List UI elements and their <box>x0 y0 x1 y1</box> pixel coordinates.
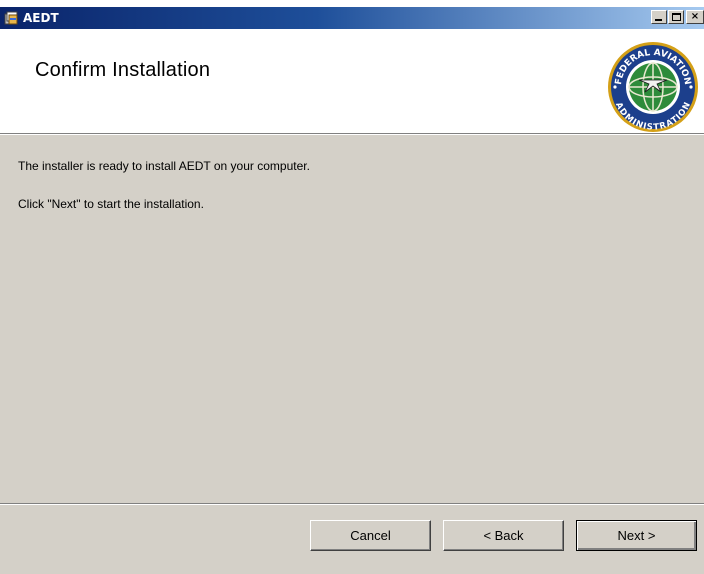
installer-icon <box>4 11 18 25</box>
maximize-icon <box>672 13 681 21</box>
footer-divider <box>0 503 704 505</box>
close-button[interactable]: × <box>686 10 704 24</box>
next-button[interactable]: Next > <box>576 520 697 551</box>
close-icon: × <box>690 11 700 22</box>
ready-message: The installer is ready to install AEDT o… <box>18 159 310 173</box>
header-divider <box>0 133 704 135</box>
minimize-button[interactable] <box>651 10 667 24</box>
page-title: Confirm Installation <box>35 59 211 81</box>
maximize-button[interactable] <box>668 10 684 24</box>
cancel-button[interactable]: Cancel <box>310 520 431 551</box>
back-button[interactable]: < Back <box>443 520 564 551</box>
title-bar[interactable]: AEDT × <box>0 7 704 29</box>
next-instruction: Click "Next" to start the installation. <box>18 197 204 211</box>
header-banner: Confirm Installation FEDERAL AVIATION AD… <box>0 29 704 133</box>
installer-window: AEDT × Confirm Installation FEDERAL AVIA… <box>0 7 704 574</box>
minimize-icon <box>655 19 662 21</box>
faa-seal-logo: FEDERAL AVIATION ADMINISTRATION <box>608 42 698 133</box>
window-title: AEDT <box>23 11 59 25</box>
